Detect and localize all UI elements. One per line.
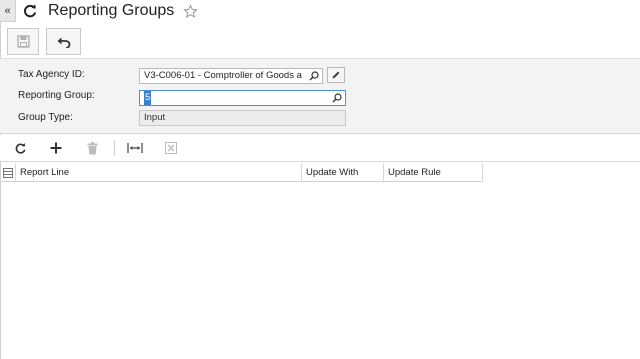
column-header-report-line[interactable]: Report Line xyxy=(16,163,302,182)
refresh-icon xyxy=(15,142,26,154)
search-icon[interactable] xyxy=(332,93,342,103)
title-row: Reporting Groups xyxy=(22,1,199,21)
undo-button[interactable] xyxy=(46,28,81,55)
fit-width-icon xyxy=(127,143,143,153)
form-toolbar xyxy=(7,28,88,55)
save-button[interactable] xyxy=(7,28,39,55)
add-row-button[interactable] xyxy=(46,138,66,158)
plus-icon xyxy=(50,142,62,154)
reporting-group-label: Reporting Group: xyxy=(18,90,95,101)
group-type-field: Input xyxy=(139,110,346,126)
pencil-icon xyxy=(332,71,340,79)
save-icon xyxy=(16,35,30,48)
column-header-update-with[interactable]: Update With xyxy=(302,163,384,182)
favorite-star-icon[interactable] xyxy=(183,3,199,19)
page-title: Reporting Groups xyxy=(48,2,175,19)
grid-toolbar xyxy=(0,135,640,162)
grid-header: Report Line Update With Update Rule xyxy=(0,163,483,182)
delete-row-button[interactable] xyxy=(82,138,102,158)
tax-agency-label: Tax Agency ID: xyxy=(18,69,85,80)
edit-tax-agency-button[interactable] xyxy=(327,67,345,83)
grid-settings-icon xyxy=(2,167,13,178)
reporting-group-field[interactable]: 5 xyxy=(139,90,346,106)
group-type-value: Input xyxy=(144,112,166,123)
column-header-update-rule[interactable]: Update Rule xyxy=(384,163,483,182)
fit-columns-button[interactable] xyxy=(125,138,145,158)
toolbar-divider xyxy=(114,140,115,156)
excel-icon xyxy=(165,142,177,154)
export-excel-button[interactable] xyxy=(161,138,181,158)
group-type-label: Group Type: xyxy=(18,112,73,123)
collapse-panel-button[interactable]: « xyxy=(0,0,16,22)
reporting-group-value: 5 xyxy=(144,91,152,105)
form-area: Tax Agency ID: V3-C006-01 - Comptroller … xyxy=(0,58,640,134)
row-selector-header[interactable] xyxy=(0,163,16,182)
double-chevron-left-icon: « xyxy=(4,4,11,17)
tax-agency-value: V3-C006-01 - Comptroller of Goods a xyxy=(144,70,302,81)
trash-icon xyxy=(87,141,97,154)
undo-icon xyxy=(57,37,70,48)
search-icon[interactable] xyxy=(309,71,319,81)
grid-refresh-button[interactable] xyxy=(10,138,30,158)
refresh-icon[interactable] xyxy=(22,3,38,19)
tax-agency-field[interactable]: V3-C006-01 - Comptroller of Goods a xyxy=(139,68,323,84)
